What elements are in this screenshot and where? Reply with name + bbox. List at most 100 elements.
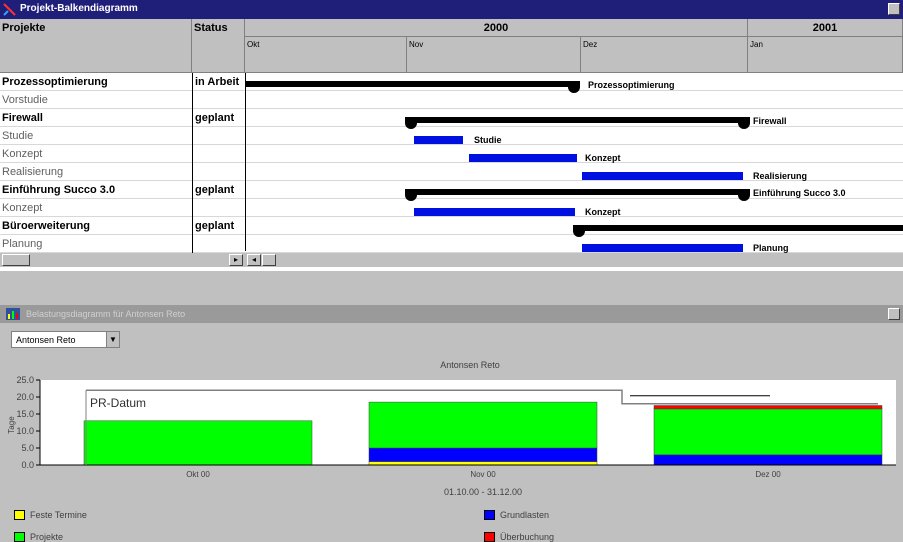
summary-bar[interactable] — [578, 225, 903, 231]
chart-window-icon — [6, 308, 20, 320]
summary-bar-end — [405, 117, 417, 129]
header-month: Jan — [748, 37, 903, 73]
y-tick-label: 25.0 — [16, 375, 34, 385]
gantt-app-icon — [3, 3, 16, 16]
left-horizontal-scrollbar[interactable]: ▸ — [0, 253, 245, 267]
scroll-thumb[interactable] — [262, 254, 276, 266]
task-bar[interactable] — [582, 172, 743, 180]
project-status — [192, 127, 245, 145]
bar-segment — [368, 461, 598, 466]
project-status — [192, 91, 245, 109]
y-axis-label: Tage — [7, 416, 16, 434]
title-bar: Projekt-Balkendiagramm — [0, 0, 903, 19]
load-chart: Antonsen Reto 25.0 20.0 15.0 10.0 5.0 0.0 Tage O… — [7, 360, 896, 497]
project-name: Vorstudie — [2, 94, 48, 106]
legend-swatch — [484, 532, 495, 542]
bar-label: Einführung Succo 3.0 — [753, 188, 846, 198]
project-status — [192, 145, 245, 163]
summary-bar[interactable] — [407, 117, 749, 123]
project-status: geplant — [192, 217, 245, 235]
bar-segment — [653, 454, 883, 466]
task-bar[interactable] — [414, 136, 463, 144]
person-select-value: Antonsen Reto — [16, 335, 76, 345]
table-row[interactable]: Vorstudie — [0, 91, 903, 109]
person-select[interactable]: Antonsen Reto ▼ — [11, 331, 120, 348]
project-name: Einführung Succo 3.0 — [2, 184, 116, 196]
project-status — [192, 163, 245, 181]
legend-swatch — [14, 510, 25, 520]
window-title: Projekt-Balkendiagramm — [20, 3, 138, 14]
bar-label: Studie — [474, 135, 502, 145]
chevron-down-icon[interactable]: ▼ — [106, 331, 120, 348]
gantt-chart: Projekte Status 2000 2001 Okt Nov Dez Ja… — [0, 19, 903, 271]
bar-label: Prozessoptimierung — [588, 80, 675, 90]
project-status — [192, 235, 245, 253]
scroll-right-arrow[interactable]: ▸ — [229, 254, 243, 266]
legend-label: Überbuchung — [500, 532, 555, 542]
y-tick-label: 0.0 — [21, 460, 34, 470]
y-tick-label: 5.0 — [21, 443, 34, 453]
header-projects[interactable]: Projekte — [0, 19, 192, 73]
x-tick-label: Dez 00 — [755, 470, 781, 479]
task-bar[interactable] — [469, 154, 577, 162]
summary-bar-end — [568, 81, 580, 93]
restore-button[interactable] — [888, 3, 900, 15]
lower-title-bar: Belastungsdiagramm für Antonsen Reto — [0, 305, 903, 323]
header-year-2001: 2001 — [748, 19, 903, 37]
pr-date-label: PR-Datum — [90, 396, 146, 410]
x-tick-label: Nov 00 — [470, 470, 496, 479]
y-tick-label: 10.0 — [16, 426, 34, 436]
scroll-thumb[interactable] — [2, 254, 30, 266]
header-status[interactable]: Status — [192, 19, 245, 73]
scroll-left-arrow[interactable]: ◂ — [247, 254, 261, 266]
chart-title: Antonsen Reto — [440, 360, 500, 370]
project-name: Studie — [2, 130, 34, 142]
summary-bar-end — [573, 225, 585, 237]
summary-bar[interactable] — [245, 81, 578, 87]
summary-bar-end — [738, 189, 750, 201]
bar-label: Planung — [753, 243, 789, 253]
header-month: Dez — [581, 37, 748, 73]
bar-segment — [368, 447, 598, 462]
bar-segment — [653, 405, 883, 410]
bar-segment — [653, 408, 883, 456]
lower-window-title: Belastungsdiagramm für Antonsen Reto — [26, 309, 186, 319]
x-tick-label: Okt 00 — [186, 470, 210, 479]
project-name: Realisierung — [2, 166, 64, 178]
header-month: Nov — [407, 37, 581, 73]
legend-label: Grundlasten — [500, 510, 550, 520]
y-tick-label: 20.0 — [16, 392, 34, 402]
legend-swatch — [484, 510, 495, 520]
project-name: Konzept — [2, 202, 43, 214]
header-year-2000: 2000 — [245, 19, 748, 37]
summary-bar[interactable] — [407, 189, 749, 195]
bar-label: Firewall — [753, 116, 787, 126]
restore-button[interactable] — [888, 308, 900, 320]
bar-label: Realisierung — [753, 171, 808, 181]
project-status: in Arbeit — [192, 73, 245, 91]
project-status: geplant — [192, 109, 245, 127]
project-name: Prozessoptimierung — [2, 76, 108, 88]
project-status — [192, 199, 245, 217]
bar-label: Konzept — [585, 207, 621, 217]
bar-segment — [83, 420, 313, 466]
legend-label: Feste Termine — [30, 510, 87, 520]
task-bar[interactable] — [414, 208, 575, 216]
table-row[interactable]: Konzept — [0, 145, 903, 163]
project-name: Büroerweiterung — [2, 220, 91, 232]
x-axis-label: 01.10.00 - 31.12.00 — [444, 487, 522, 497]
grid-divider — [245, 73, 246, 251]
project-name: Firewall — [2, 112, 43, 124]
task-bar[interactable] — [582, 244, 743, 252]
legend-swatch — [14, 532, 25, 542]
project-name: Konzept — [2, 148, 43, 160]
summary-bar-end — [738, 117, 750, 129]
header-month: Okt — [245, 37, 407, 73]
project-name: Planung — [2, 238, 43, 250]
y-tick-label: 15.0 — [16, 409, 34, 419]
bar-label: Konzept — [585, 153, 621, 163]
right-horizontal-scrollbar[interactable]: ◂ — [245, 253, 903, 267]
legend-label: Projekte — [30, 532, 64, 542]
project-status: geplant — [192, 181, 245, 199]
summary-bar-end — [405, 189, 417, 201]
